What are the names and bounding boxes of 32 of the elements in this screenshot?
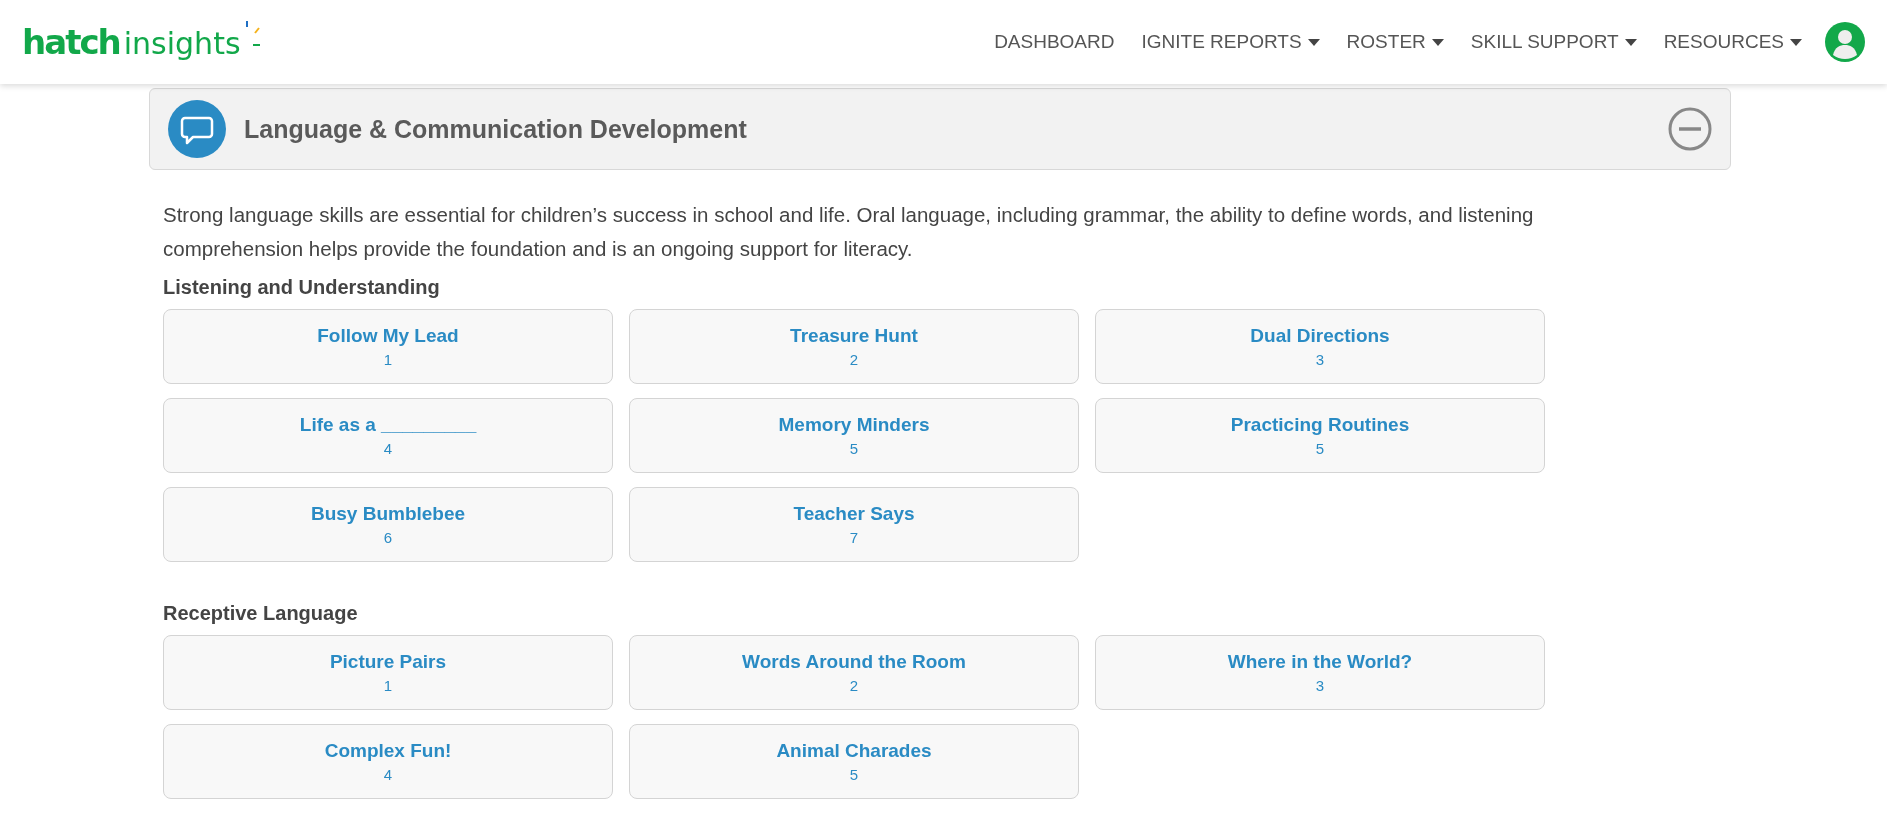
activity-card[interactable]: Busy Bumblebee 6 — [163, 487, 613, 562]
section-title: Language & Communication Development — [244, 114, 748, 144]
activity-card[interactable]: Practicing Routines 5 — [1095, 398, 1545, 473]
activity-card[interactable]: Complex Fun! 4 — [163, 724, 613, 799]
activity-card[interactable]: Animal Charades 5 — [629, 724, 1079, 799]
collapse-icon[interactable] — [1668, 107, 1712, 151]
activity-card[interactable]: Memory Minders 5 — [629, 398, 1079, 473]
nav-link[interactable]: ROSTER — [1346, 31, 1444, 53]
logo-product: insights — [123, 29, 241, 59]
section-header[interactable]: Language & Communication Development — [149, 88, 1731, 170]
activity-card[interactable]: Where in the World? 3 — [1095, 635, 1545, 710]
nav-link[interactable]: RESOURCES — [1663, 31, 1802, 53]
description: Strong language skills are essential for children’s success in school and life. Oral language, including grammar, the ability to define words, and listening comprehension helps provide the foundation and is an ongoing support for literacy. — [163, 202, 1535, 262]
nav-link[interactable]: DASHBOARD — [994, 31, 1115, 53]
logo-brand: hatch — [22, 25, 120, 59]
subsection-heading: Receptive Language — [163, 602, 359, 625]
activity-card[interactable]: Words Around the Room 2 — [629, 635, 1079, 710]
nav-link[interactable]: SKILL SUPPORT — [1470, 31, 1637, 53]
caret-icon — [1790, 38, 1802, 46]
activity-card[interactable]: Follow My Lead 1 — [163, 309, 613, 384]
speech-bubble-icon — [168, 100, 226, 158]
caret-icon — [1431, 38, 1444, 46]
activity-card[interactable]: Picture Pairs 1 — [163, 635, 613, 710]
user-avatar-icon[interactable] — [1825, 22, 1865, 62]
subsection-heading: Listening and Understanding — [163, 276, 441, 299]
caret-icon — [1624, 38, 1637, 46]
activity-card[interactable]: Teacher Says 7 — [629, 487, 1079, 562]
nav-link[interactable]: IGNITE REPORTS — [1141, 31, 1320, 53]
activity-card[interactable]: Life as a _________ 4 — [163, 398, 613, 473]
activity-card[interactable]: Treasure Hunt 2 — [629, 309, 1079, 384]
caret-icon — [1307, 38, 1320, 46]
activity-card[interactable]: Dual Directions 3 — [1095, 309, 1545, 384]
